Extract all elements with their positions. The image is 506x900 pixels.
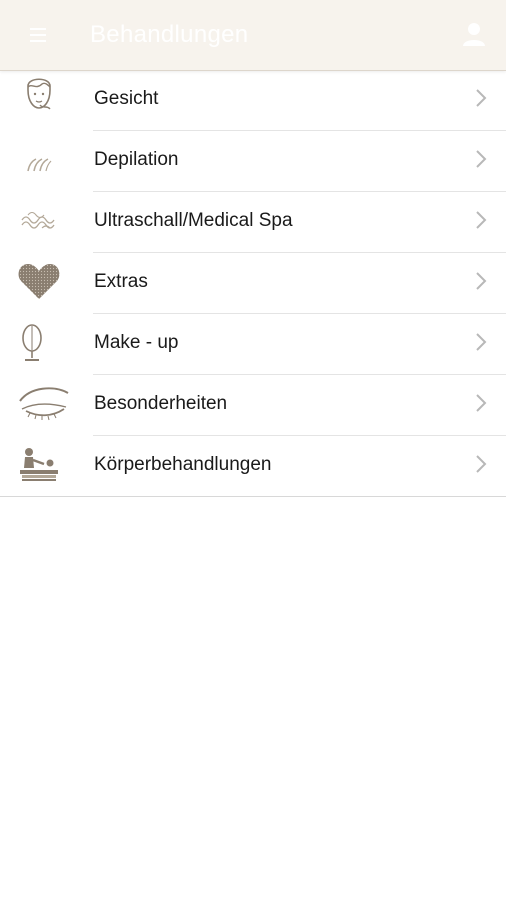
chevron-right-icon xyxy=(474,270,488,292)
menu-line xyxy=(30,34,46,36)
list-item-gesicht[interactable]: Gesicht xyxy=(0,70,506,131)
list-item-extras[interactable]: Extras xyxy=(0,253,506,314)
massage-icon xyxy=(16,444,62,484)
hair-icon xyxy=(16,139,62,179)
treatment-list: Gesicht Depilation Ultraschall/Medical S… xyxy=(0,70,506,497)
mirror-icon xyxy=(16,322,62,362)
eyelash-icon xyxy=(16,383,69,423)
app-screen: Behandlungen Gesicht Depilation Ultrasch… xyxy=(0,0,506,900)
chevron-right-icon xyxy=(474,331,488,353)
chevron-right-icon xyxy=(474,209,488,231)
list-item-label: Besonderheiten xyxy=(94,393,228,414)
chevron-right-icon xyxy=(474,148,488,170)
list-item-besonderheiten[interactable]: Besonderheiten xyxy=(0,375,506,436)
list-item-ultraschall[interactable]: Ultraschall/Medical Spa xyxy=(0,192,506,253)
chevron-right-icon xyxy=(474,453,488,475)
heart-icon xyxy=(16,261,62,301)
list-item-depilation[interactable]: Depilation xyxy=(0,131,506,192)
list-item-label: Depilation xyxy=(94,149,179,170)
face-mask-icon xyxy=(16,78,62,118)
page-title: Behandlungen xyxy=(90,21,249,48)
list-item-label: Make - up xyxy=(94,332,179,353)
chevron-right-icon xyxy=(474,87,488,109)
list-item-make-up[interactable]: Make - up xyxy=(0,314,506,375)
list-item-label: Ultraschall/Medical Spa xyxy=(94,210,293,231)
menu-line xyxy=(30,28,46,30)
list-item-label: Extras xyxy=(94,271,148,292)
wave-icon xyxy=(16,200,62,240)
profile-icon[interactable] xyxy=(460,20,488,48)
row-divider xyxy=(0,496,506,497)
list-item-label: Körperbehandlungen xyxy=(94,454,272,475)
menu-icon[interactable] xyxy=(30,24,52,46)
app-header: Behandlungen xyxy=(0,0,506,71)
chevron-right-icon xyxy=(474,392,488,414)
list-item-koerperbehandlungen[interactable]: Körperbehandlungen xyxy=(0,436,506,497)
list-item-label: Gesicht xyxy=(94,88,159,109)
menu-line xyxy=(30,40,46,42)
